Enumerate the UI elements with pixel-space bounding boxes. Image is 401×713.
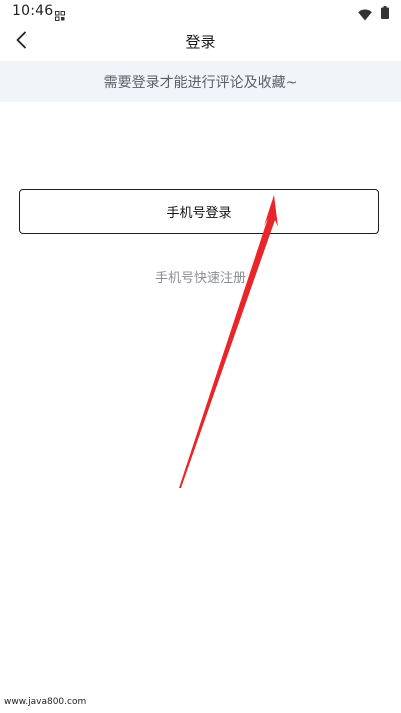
phone-register-link[interactable]: 手机号快速注册 bbox=[0, 267, 401, 286]
annotation-arrow-shape bbox=[179, 195, 278, 488]
annotation-arrow bbox=[179, 195, 278, 488]
battery-icon bbox=[381, 4, 389, 19]
header-bar: 登录 bbox=[0, 24, 401, 61]
status-time: 10:46 bbox=[12, 3, 54, 19]
login-required-banner: 需要登录才能进行评论及收藏~ bbox=[0, 61, 401, 102]
phone-login-label: 手机号登录 bbox=[166, 206, 232, 221]
grid-notification-icon bbox=[55, 6, 65, 21]
page-title: 登录 bbox=[185, 33, 216, 51]
watermark: www.java800.com bbox=[4, 697, 87, 707]
phone-login-button[interactable]: 手机号登录 bbox=[19, 189, 379, 234]
wifi-icon bbox=[358, 6, 372, 21]
status-bar: 10:46 bbox=[0, 0, 401, 24]
